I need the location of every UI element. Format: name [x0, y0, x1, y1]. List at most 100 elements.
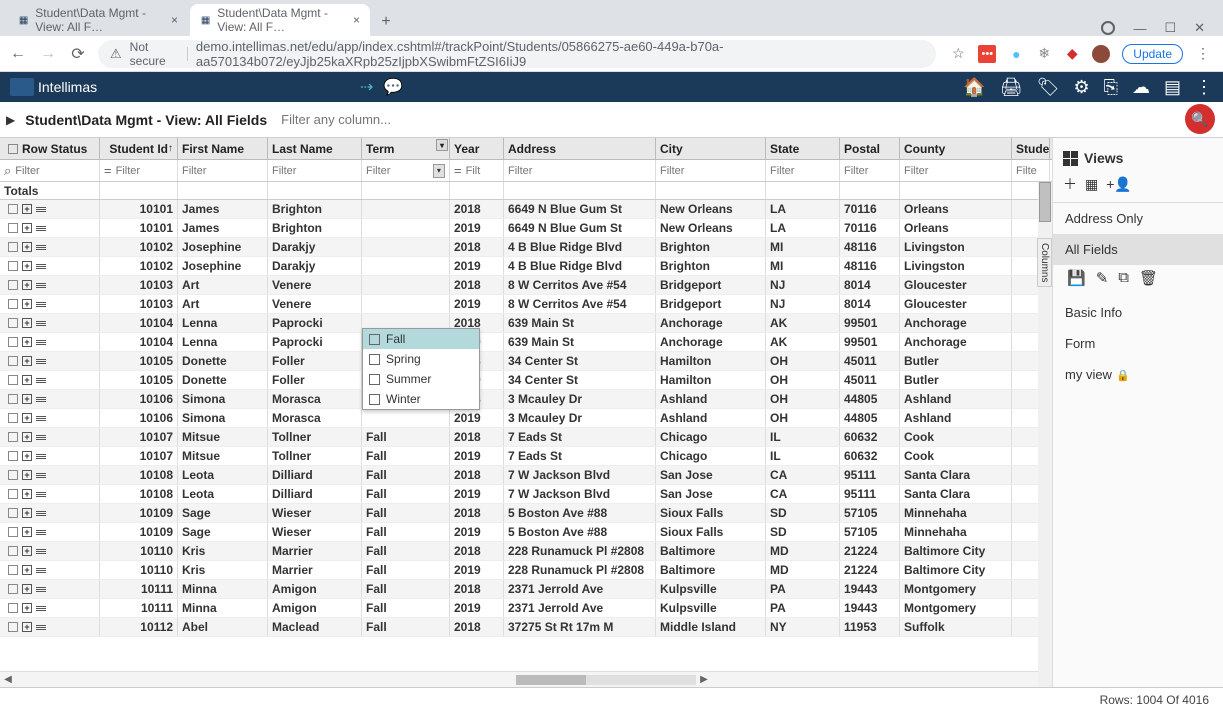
table-row[interactable]: +10105DonetteFoller201834 Center StHamil… [0, 352, 1052, 371]
row-checkbox[interactable] [8, 413, 18, 423]
view-item[interactable]: Address Only [1053, 203, 1223, 234]
col-header-year[interactable]: Year [450, 138, 504, 159]
row-controls[interactable]: + [4, 299, 50, 309]
filter-term-dropdown-button[interactable]: ▾ [433, 164, 445, 178]
save-view-icon[interactable]: 💾 [1067, 269, 1086, 287]
col-header-term[interactable]: Term▾ [362, 138, 450, 159]
table-row[interactable]: +10106SimonaMorasca20183 Mcauley DrAshla… [0, 390, 1052, 409]
row-checkbox[interactable] [8, 318, 18, 328]
share-view-button[interactable]: +👤 [1106, 176, 1132, 193]
row-checkbox[interactable] [8, 356, 18, 366]
table-row[interactable]: +10107MitsueTollnerFall20197 Eads StChic… [0, 447, 1052, 466]
row-menu-icon[interactable] [36, 454, 46, 459]
grid-body[interactable]: +10101JamesBrighton20186649 N Blue Gum S… [0, 200, 1052, 671]
app-logo[interactable]: Intellimas [10, 78, 97, 96]
row-checkbox[interactable] [8, 432, 18, 442]
gear-icon[interactable]: ⚙ [1073, 77, 1089, 98]
filter-county-input[interactable] [904, 165, 1007, 177]
row-checkbox[interactable] [8, 223, 18, 233]
horizontal-scrollbar[interactable]: ◀ ▶ [0, 671, 1052, 687]
expand-row-icon[interactable]: + [22, 223, 32, 233]
table-row[interactable]: +10101JamesBrighton20186649 N Blue Gum S… [0, 200, 1052, 219]
col-header-student-id[interactable]: Student Id [100, 138, 178, 159]
upload-icon[interactable]: ⎘ [1104, 77, 1118, 98]
table-row[interactable]: +10103ArtVenere20198 W Cerritos Ave #54B… [0, 295, 1052, 314]
col-header-student[interactable]: Stude [1012, 138, 1050, 159]
row-controls[interactable]: + [4, 356, 50, 366]
app-menu-icon[interactable]: ⋮ [1195, 77, 1213, 98]
extension-red2-icon[interactable]: ◆ [1064, 46, 1080, 62]
row-controls[interactable]: + [4, 584, 50, 594]
expand-row-icon[interactable]: + [22, 603, 32, 613]
filter-fn-input[interactable] [182, 165, 263, 177]
filter-op-eq[interactable]: = [454, 163, 466, 178]
row-checkbox[interactable] [8, 603, 18, 613]
filter-last-input[interactable] [1016, 165, 1044, 177]
term-option-summer[interactable]: Summer [363, 369, 479, 389]
row-controls[interactable]: + [4, 223, 50, 233]
row-menu-icon[interactable] [36, 226, 46, 231]
row-menu-icon[interactable] [36, 435, 46, 440]
columns-panel-tab[interactable]: Columns [1037, 238, 1052, 287]
table-row[interactable]: +10104LennaPaprocki2018639 Main StAnchor… [0, 314, 1052, 333]
extension-red-icon[interactable]: ••• [978, 45, 996, 63]
profile-avatar[interactable] [1092, 45, 1110, 63]
filter-any-input[interactable] [281, 112, 481, 127]
row-checkbox[interactable] [8, 261, 18, 271]
row-menu-icon[interactable] [36, 321, 46, 326]
print-icon[interactable]: 🖨 [1000, 77, 1023, 98]
row-checkbox[interactable] [8, 527, 18, 537]
edit-view-icon[interactable]: ✎ [1096, 269, 1109, 287]
row-controls[interactable]: + [4, 432, 50, 442]
row-checkbox[interactable] [8, 546, 18, 556]
flow-icon[interactable]: ⇢ [360, 77, 373, 97]
row-controls[interactable]: + [4, 280, 50, 290]
row-controls[interactable]: + [4, 489, 50, 499]
expand-row-icon[interactable]: + [22, 489, 32, 499]
view-item[interactable]: Basic Info [1053, 297, 1223, 328]
row-checkbox[interactable] [8, 489, 18, 499]
chat-icon[interactable]: 💬 [383, 77, 403, 97]
reload-button[interactable]: ⟳ [68, 44, 88, 64]
row-menu-icon[interactable] [36, 397, 46, 402]
table-row[interactable]: +10105DonetteFoller201934 Center StHamil… [0, 371, 1052, 390]
row-menu-icon[interactable] [36, 283, 46, 288]
table-row[interactable]: +10106SimonaMorasca20193 Mcauley DrAshla… [0, 409, 1052, 428]
update-button[interactable]: Update [1122, 44, 1183, 64]
expand-row-icon[interactable]: + [22, 280, 32, 290]
row-menu-icon[interactable] [36, 492, 46, 497]
row-menu-icon[interactable] [36, 568, 46, 573]
back-button[interactable]: ← [8, 45, 28, 63]
filter-year-input[interactable] [466, 165, 490, 177]
col-header-county[interactable]: County [900, 138, 1012, 159]
search-fab[interactable]: 🔍 [1185, 104, 1215, 134]
row-menu-icon[interactable] [36, 625, 46, 630]
view-item[interactable]: All Fields [1053, 234, 1223, 265]
row-controls[interactable]: + [4, 261, 50, 271]
expand-row-icon[interactable]: + [22, 622, 32, 632]
filter-state-input[interactable] [770, 165, 835, 177]
row-checkbox[interactable] [8, 280, 18, 290]
table-row[interactable]: +10102JosephineDarakjy20194 B Blue Ridge… [0, 257, 1052, 276]
table-row[interactable]: +10102JosephineDarakjy20184 B Blue Ridge… [0, 238, 1052, 257]
table-row[interactable]: +10111MinnaAmigonFall20182371 Jerrold Av… [0, 580, 1052, 599]
row-menu-icon[interactable] [36, 606, 46, 611]
table-row[interactable]: +10110KrisMarrierFall2019228 Runamuck Pl… [0, 561, 1052, 580]
filter-term-input[interactable] [366, 165, 433, 177]
row-checkbox[interactable] [8, 451, 18, 461]
browser-tab[interactable]: ▦ Student\Data Mgmt - View: All F… × [8, 4, 188, 36]
view-item[interactable]: Form [1053, 328, 1223, 359]
hscroll-thumb[interactable] [516, 675, 586, 685]
row-menu-icon[interactable] [36, 302, 46, 307]
col-header-first-name[interactable]: First Name [178, 138, 268, 159]
filter-addr-input[interactable] [508, 165, 651, 177]
row-checkbox[interactable] [8, 394, 18, 404]
row-checkbox[interactable] [8, 584, 18, 594]
filter-city-input[interactable] [660, 165, 761, 177]
delete-view-icon[interactable]: 🗑 [1139, 269, 1158, 287]
row-controls[interactable]: + [4, 413, 50, 423]
row-checkbox[interactable] [8, 470, 18, 480]
table-row[interactable]: +10109SageWieserFall20195 Boston Ave #88… [0, 523, 1052, 542]
close-icon[interactable]: × [171, 13, 178, 27]
expand-row-icon[interactable]: + [22, 584, 32, 594]
